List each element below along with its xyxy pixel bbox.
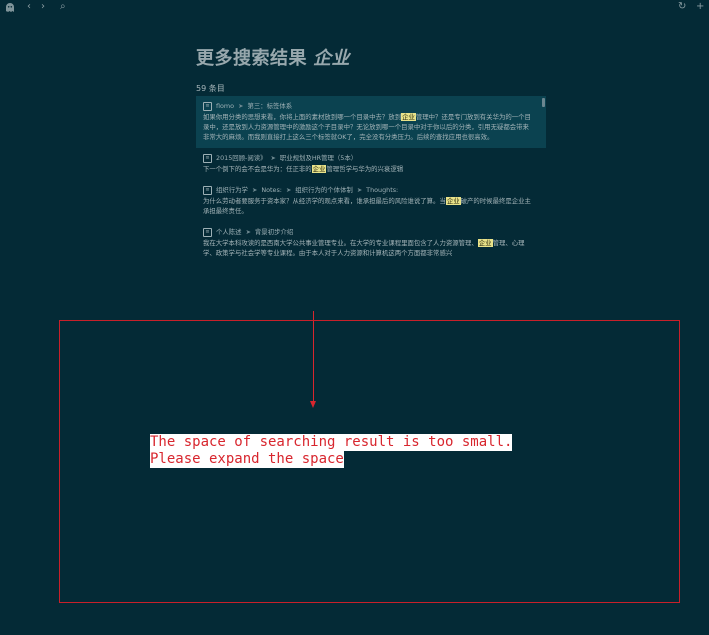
breadcrumb-separator-icon: ➤ (270, 154, 276, 162)
breadcrumb-segment[interactable]: 个人陈述 (216, 227, 242, 237)
breadcrumb-segment[interactable]: 组织行为的个体体制 (295, 185, 353, 195)
back-arrow-icon[interactable]: ‹ (27, 1, 31, 13)
page-icon: ≡ (203, 101, 212, 111)
breadcrumb-segment[interactable]: Thoughts: (366, 185, 398, 195)
search-highlight: 企业 (445, 197, 461, 205)
search-icon[interactable]: ⌕ (60, 1, 66, 13)
breadcrumb-segment[interactable]: 职业规划及HR管理（5本） (280, 153, 357, 163)
results-scrollbar[interactable] (542, 98, 545, 107)
page-icon: ≡ (203, 227, 212, 237)
result-snippet: 为什么劳动者要服务于资本家？从经济学的观点来看，谁承担最后的风险谁说了算。当企业… (203, 196, 532, 216)
result-breadcrumb: ≡ 组织行为学 ➤ Notes: ➤ 组织行为的个体体制 ➤ Thoughts: (203, 185, 532, 195)
snippet-text-after: 管理哲学与华为的兴衰逻辑 (326, 165, 404, 173)
page-icon: ≡ (203, 185, 212, 195)
breadcrumb-separator-icon: ➤ (285, 186, 292, 194)
result-breadcrumb: ≡ flomo ➤ 第三：标签体系 (203, 101, 532, 111)
snippet-text-before: 下一个倒下的会不会是华为：任正非的 (203, 165, 312, 173)
title-prefix: 更多搜索结果 (196, 48, 307, 69)
result-breadcrumb: ≡ 2015回顾-阅读》 ➤ 职业规划及HR管理（5本） (203, 153, 532, 163)
page-icon: ≡ (203, 153, 212, 163)
forward-arrow-icon[interactable]: › (41, 1, 45, 13)
top-toolbar: ‹ › ⌕ ↻ + (0, 0, 709, 14)
search-highlight: 企业 (477, 239, 493, 247)
annotation-line-2: Please expand the space (150, 451, 344, 468)
page-title: 更多搜索结果 企业 (196, 44, 546, 70)
search-results-header: 更多搜索结果 企业 (196, 44, 546, 70)
result-snippet: 下一个倒下的会不会是华为：任正非的企业管理哲学与华为的兴衰逻辑 (203, 164, 532, 174)
breadcrumb-segment[interactable]: 第三：标签体系 (247, 101, 292, 111)
breadcrumb-separator-icon: ➤ (251, 186, 258, 194)
search-highlight: 企业 (401, 113, 416, 121)
results-count: 59 条目 (196, 84, 225, 93)
search-result-item[interactable]: ≡ 组织行为学 ➤ Notes: ➤ 组织行为的个体体制 ➤ Thoughts: 为什么劳动者要… (196, 180, 546, 222)
result-breadcrumb: ≡ 个人陈述 ➤ 背景初步介绍 (203, 227, 532, 237)
title-keyword: 企业 (313, 48, 350, 69)
refresh-icon[interactable]: ↻ (678, 1, 686, 13)
breadcrumb-segment[interactable]: 2015回顾-阅读》 (216, 153, 267, 163)
search-result-item[interactable]: ≡ 个人陈述 ➤ 背景初步介绍我在大学本科攻读的是西南大学公共事业管理专业。在大学的专… (196, 222, 546, 264)
new-page-icon[interactable]: + (696, 1, 704, 13)
result-snippet: 我在大学本科攻读的是西南大学公共事业管理专业。在大学的专业课程里面包含了人力资源… (203, 238, 532, 258)
snippet-text-before: 为什么劳动者要服务于资本家？从经济学的观点来看，谁承担最后的风险谁说了算。当 (203, 197, 446, 205)
breadcrumb-segment[interactable]: flomo (216, 101, 234, 111)
breadcrumb-segment[interactable]: 背景初步介绍 (255, 227, 293, 237)
annotation-text: The space of searching result is too sma… (150, 434, 513, 468)
breadcrumb-separator-icon: ➤ (238, 102, 244, 110)
snippet-text-before: 如果你用分类的思想来看，你将上面的素材放到哪一个目录中去？放到 (203, 113, 402, 121)
breadcrumb-separator-icon: ➤ (245, 228, 251, 236)
breadcrumb-segment[interactable]: Notes: (261, 185, 282, 195)
breadcrumb-segment[interactable]: 组织行为学 (216, 185, 248, 195)
snippet-text-before: 我在大学本科攻读的是西南大学公共事业管理专业。在大学的专业课程里面包含了人力资源… (203, 239, 478, 247)
search-highlight: 企业 (311, 165, 327, 173)
search-result-item[interactable]: ≡ flomo ➤ 第三：标签体系 如果你用分类的思想来看，你将上面的素材放到哪一个目录… (196, 96, 546, 148)
breadcrumb-separator-icon: ➤ (356, 186, 363, 194)
search-result-item[interactable]: ≡ 2015回顾-阅读》 ➤ 职业规划及HR管理（5本） 下一个倒下的会不会是华为：任正… (196, 148, 546, 180)
ghost-logo-icon[interactable] (4, 1, 16, 17)
result-snippet: 如果你用分类的思想来看，你将上面的素材放到哪一个目录中去？放到企业管理中？还是专… (203, 112, 532, 142)
annotation-line-1: The space of searching result is too sma… (150, 434, 513, 451)
search-results-list[interactable]: ≡ flomo ➤ 第三：标签体系 如果你用分类的思想来看，你将上面的素材放到哪一个目录… (196, 96, 546, 302)
